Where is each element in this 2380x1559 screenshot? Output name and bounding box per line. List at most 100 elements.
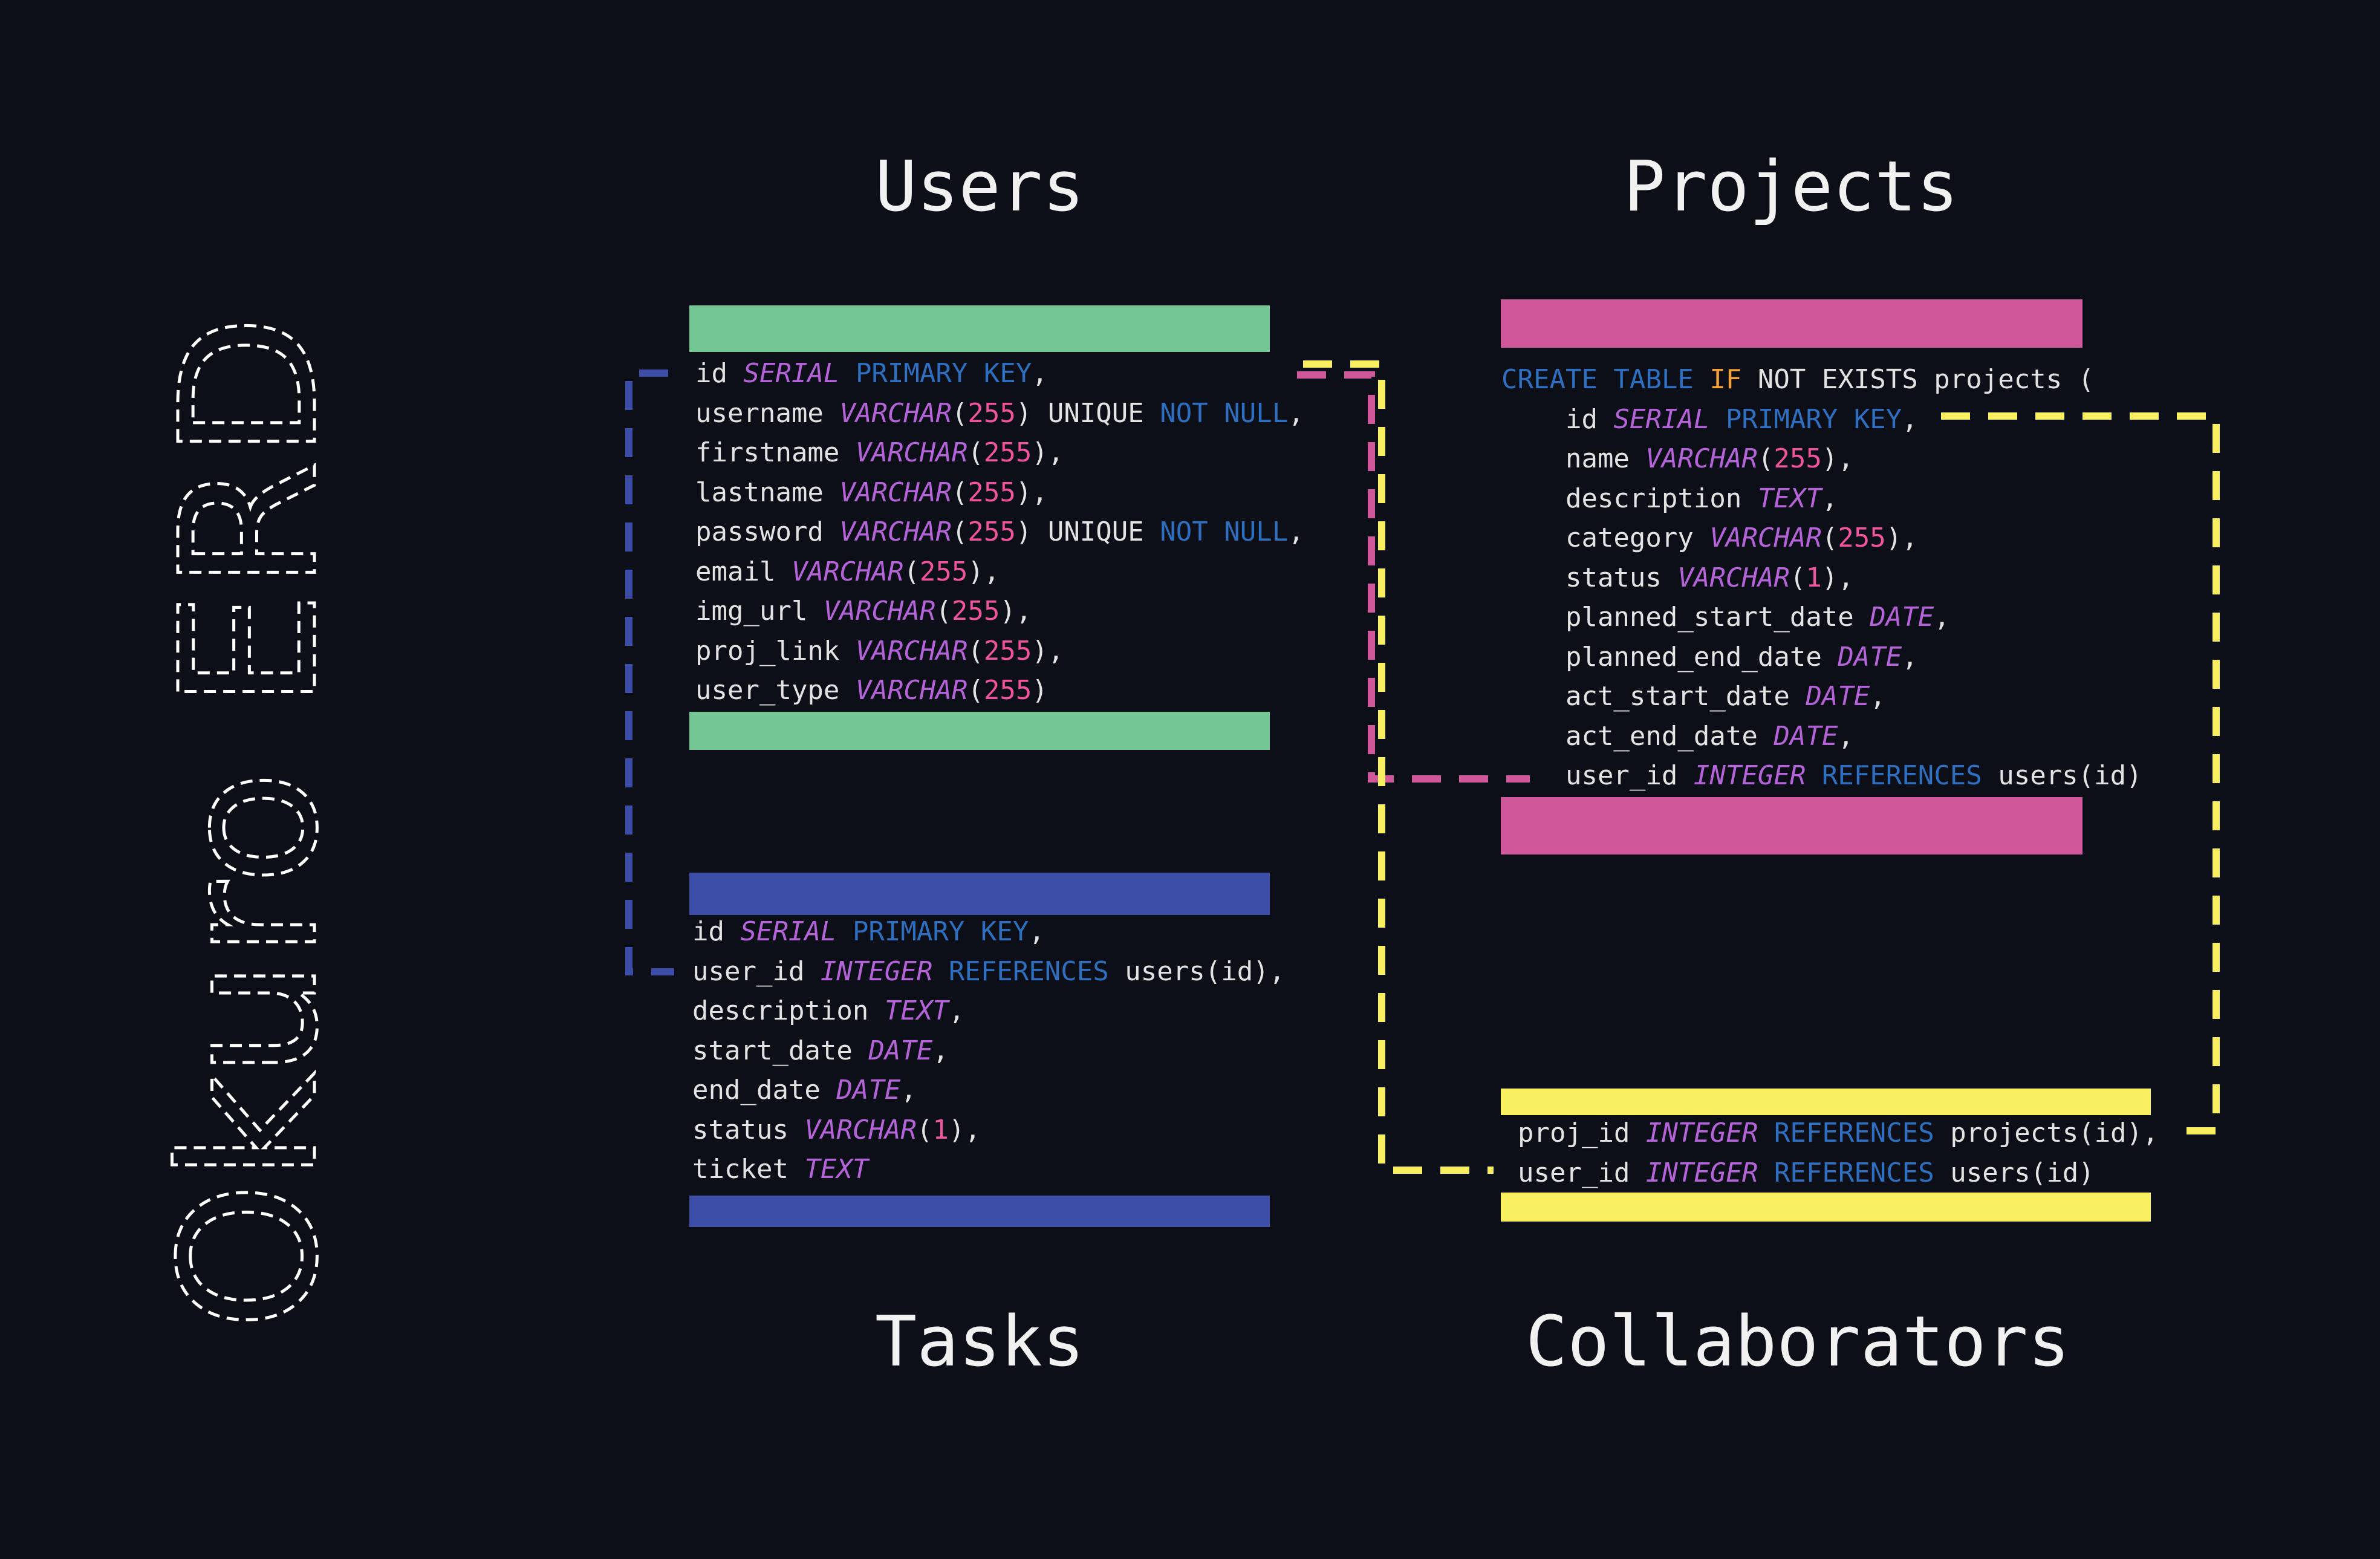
code-token: users(id), [1108, 955, 1286, 987]
code-token: DATE [1838, 641, 1902, 672]
code-token: 255 [983, 675, 1032, 706]
code-token: users(id) [1934, 1157, 2095, 1188]
code-token: 255 [967, 516, 1016, 547]
code-token: act_end_date [1501, 720, 1774, 752]
code-token: DATE [1774, 720, 1838, 752]
code-token: 255 [951, 596, 1000, 627]
collaborators-code-line: proj_id INTEGER REFERENCES projects(id), [1518, 1113, 2159, 1153]
projects-top-bar [1501, 299, 2082, 348]
code-token: , [1288, 397, 1304, 429]
code-token: ( [951, 397, 968, 429]
code-token: VARCHAR [1709, 522, 1822, 553]
code-token: planned_start_date [1501, 602, 1870, 633]
projects-code-line: CREATE TABLE IF NOT EXISTS projects ( [1501, 360, 2142, 400]
code-token: 255 [983, 437, 1032, 468]
code-token: DATE [1870, 602, 1934, 633]
code-token: 255 [1774, 443, 1822, 474]
code-token: img_url [695, 596, 824, 627]
projects-code-line: planned_end_date DATE, [1501, 637, 2142, 677]
code-token: act_start_date [1501, 681, 1806, 712]
code-token: status [692, 1114, 805, 1145]
code-token: REFERENCES [1774, 1157, 1934, 1188]
code-token: , [932, 1035, 949, 1066]
code-token: VARCHAR [823, 596, 936, 627]
code-token: description [692, 995, 885, 1026]
users-code-line: img_url VARCHAR(255), [695, 591, 1304, 631]
code-token: ( [1757, 443, 1774, 474]
code-token: user_id [1501, 760, 1694, 791]
code-token: ), [1015, 477, 1048, 508]
code-token: , [948, 995, 965, 1026]
code-token: ) UNIQUE [1015, 516, 1160, 547]
code-token: id [692, 916, 741, 947]
code-token: , [1902, 403, 1918, 435]
code-token: ticket [692, 1154, 805, 1185]
code-token: password [695, 516, 840, 547]
tasks-code-line: end_date DATE, [692, 1070, 1285, 1110]
code-token: ( [916, 1114, 933, 1145]
code-token: ( [951, 516, 968, 547]
code-token: ), [948, 1114, 981, 1145]
code-token: 255 [967, 397, 1016, 429]
code-token: , [1934, 602, 1950, 633]
collaborators-code-line: user_id INTEGER REFERENCES users(id) [1518, 1153, 2159, 1193]
code-token: 255 [967, 477, 1016, 508]
code-token: ( [903, 556, 920, 587]
code-token: SERIAL [740, 916, 837, 947]
code-token: SERIAL [1613, 403, 1710, 435]
code-token: TEXT [804, 1154, 869, 1185]
code-token: CREATE TABLE [1501, 364, 1694, 395]
users-code-line: user_type VARCHAR(255) [695, 671, 1304, 711]
code-token: ), [967, 556, 1000, 587]
code-token: projects(id), [1934, 1118, 2159, 1148]
users-code-line: proj_link VARCHAR(255), [695, 631, 1304, 671]
tasks-code-line: start_date DATE, [692, 1031, 1285, 1071]
code-token: ( [967, 675, 984, 706]
code-token: ( [935, 596, 952, 627]
projects-bottom-bar [1501, 797, 2082, 854]
projects-code-line: act_start_date DATE, [1501, 677, 2142, 717]
users-code-line: email VARCHAR(255), [695, 552, 1304, 592]
connector-projects-users [1297, 371, 1530, 783]
code-token: , [1838, 720, 1854, 752]
projects-code-line: category VARCHAR(255), [1501, 518, 2142, 558]
code-token: REFERENCES [1774, 1118, 1934, 1148]
code-token: , [1821, 483, 1838, 514]
code-token: , [1870, 681, 1886, 712]
code-token: user_id [692, 955, 821, 987]
code-token: REFERENCES [948, 955, 1109, 987]
code-token: VARCHAR [1677, 562, 1790, 593]
code-token: TEXT [884, 995, 949, 1026]
code-token: PRIMARY KEY [855, 358, 1032, 389]
tasks-code-line: user_id INTEGER REFERENCES users(id), [692, 952, 1285, 992]
code-token: , [1032, 358, 1048, 389]
users-bottom-bar [689, 712, 1270, 750]
collaborators-top-bar [1501, 1089, 2151, 1115]
collaborators-heading: Collaborators [1526, 1301, 2070, 1382]
projects-code-line: description TEXT, [1501, 479, 2142, 519]
code-token: VARCHAR [855, 675, 968, 706]
collaborators-table-code: proj_id INTEGER REFERENCES projects(id),… [1518, 1113, 2159, 1193]
code-token: description [1501, 483, 1758, 514]
code-token: VARCHAR [839, 477, 952, 508]
code-token: ), [1885, 522, 1918, 553]
users-heading: Users [875, 146, 1085, 227]
code-token: VARCHAR [855, 437, 968, 468]
code-token: lastname [695, 477, 840, 508]
code-token: INTEGER [1645, 1118, 1758, 1148]
code-token: VARCHAR [839, 516, 952, 547]
tasks-code-line: ticket TEXT [692, 1150, 1285, 1190]
code-token: REFERENCES [1821, 760, 1982, 791]
code-token: name [1501, 443, 1646, 474]
code-token: ( [967, 437, 984, 468]
connector-tasks-users [625, 369, 674, 975]
code-token: 255 [1838, 522, 1886, 553]
tasks-table-code: id SERIAL PRIMARY KEY, user_id INTEGER RE… [692, 912, 1285, 1190]
collaborators-bottom-bar [1501, 1193, 2151, 1222]
code-token: VARCHAR [839, 397, 952, 429]
